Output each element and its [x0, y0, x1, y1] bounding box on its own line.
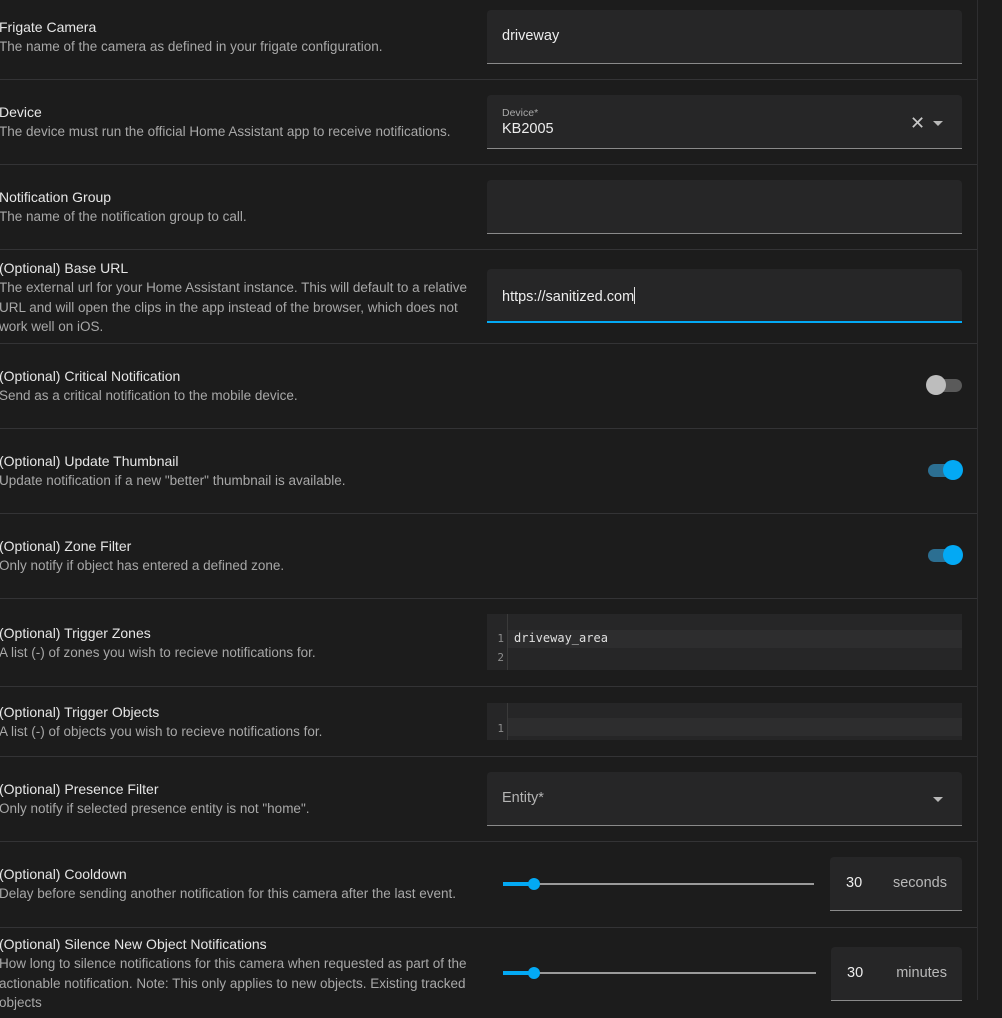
- critical-notification-toggle[interactable]: [926, 375, 962, 395]
- notification-group-row: Notification Group The name of the notif…: [0, 165, 977, 250]
- silence-value: 30: [847, 965, 864, 981]
- panel-border: [977, 0, 978, 1000]
- trigger-zones-title: (Optional) Trigger Zones: [0, 625, 151, 641]
- presence-filter-title: (Optional) Presence Filter: [0, 781, 159, 797]
- base-url-title: (Optional) Base URL: [0, 260, 129, 276]
- presence-filter-desc: Only notify if selected presence entity …: [0, 801, 310, 816]
- trigger-objects-desc: A list (-) of objects you wish to reciev…: [0, 724, 323, 739]
- cooldown-value: 30: [846, 875, 863, 891]
- device-row: Device The device must run the official …: [0, 80, 977, 165]
- chevron-down-icon[interactable]: [933, 121, 943, 126]
- base-url-desc-3: work well on iOS.: [0, 319, 104, 334]
- toggle-knob: [943, 545, 963, 565]
- critical-notification-title: (Optional) Critical Notification: [0, 368, 181, 384]
- base-url-value: https://sanitized.com: [502, 289, 635, 305]
- active-line: [508, 718, 962, 736]
- slider-rail: [503, 883, 814, 885]
- frigate-camera-desc: The name of the camera as defined in you…: [0, 39, 383, 54]
- silence-row: (Optional) Silence New Object Notificati…: [0, 928, 977, 1018]
- device-desc: The device must run the official Home As…: [0, 124, 451, 139]
- frigate-camera-input[interactable]: driveway: [487, 10, 962, 64]
- trigger-zones-editor[interactable]: 1 2 driveway_area: [487, 614, 962, 670]
- frigate-camera-row: Frigate Camera The name of the camera as…: [0, 0, 977, 80]
- base-url-desc-2: URL and will open the clips in the app i…: [0, 299, 458, 315]
- base-url-desc-1: The external url for your Home Assistant…: [0, 280, 467, 295]
- silence-number-input[interactable]: 30 minutes: [831, 947, 962, 1001]
- cooldown-number-input[interactable]: 30 seconds: [830, 857, 962, 911]
- silence-title: (Optional) Silence New Object Notificati…: [0, 936, 267, 952]
- zone-filter-title: (Optional) Zone Filter: [0, 538, 132, 554]
- presence-entity-select[interactable]: Entity*: [487, 772, 962, 826]
- base-url-row: (Optional) Base URL The external url for…: [0, 250, 977, 344]
- presence-filter-row: (Optional) Presence Filter Only notify i…: [0, 757, 977, 842]
- zone-filter-desc: Only notify if object has entered a defi…: [0, 558, 285, 573]
- frigate-camera-value: driveway: [502, 28, 560, 44]
- cooldown-row: (Optional) Cooldown Delay before sending…: [0, 842, 977, 928]
- device-label: Device*: [502, 107, 539, 119]
- update-thumbnail-toggle[interactable]: [926, 460, 963, 480]
- cooldown-desc: Delay before sending another notificatio…: [0, 886, 457, 901]
- trigger-objects-editor[interactable]: 1: [487, 703, 962, 740]
- trigger-objects-title: (Optional) Trigger Objects: [0, 704, 160, 720]
- line-number: 2: [497, 651, 504, 664]
- silence-slider[interactable]: [503, 965, 816, 981]
- silence-unit: minutes: [896, 965, 947, 981]
- silence-desc-2: actionable notification. Note: This only…: [0, 975, 466, 991]
- device-value: KB2005: [502, 121, 554, 137]
- line-number: 1: [497, 632, 504, 645]
- update-thumbnail-desc: Update notification if a new "better" th…: [0, 473, 346, 488]
- slider-rail: [503, 972, 816, 974]
- slider-thumb[interactable]: [528, 878, 541, 890]
- silence-desc-3: objects: [0, 995, 42, 1010]
- code-line: driveway_area: [514, 631, 608, 645]
- notification-group-title: Notification Group: [0, 189, 112, 205]
- close-icon[interactable]: ✕: [910, 114, 925, 132]
- critical-notification-desc: Send as a critical notification to the m…: [0, 388, 298, 403]
- critical-notification-row: (Optional) Critical Notification Send as…: [0, 344, 977, 429]
- device-select[interactable]: Device* KB2005 ✕: [487, 95, 962, 149]
- toggle-knob: [926, 375, 946, 395]
- trigger-objects-row: (Optional) Trigger Objects A list (-) of…: [0, 687, 977, 757]
- notification-group-desc: The name of the notification group to ca…: [0, 209, 247, 224]
- toggle-knob: [943, 460, 963, 480]
- trigger-zones-desc: A list (-) of zones you wish to recieve …: [0, 645, 316, 660]
- zone-filter-row: (Optional) Zone Filter Only notify if ob…: [0, 514, 977, 599]
- notification-group-input[interactable]: [487, 180, 962, 234]
- slider-thumb[interactable]: [528, 967, 541, 979]
- text-caret: [634, 287, 636, 304]
- update-thumbnail-row: (Optional) Update Thumbnail Update notif…: [0, 429, 977, 514]
- cooldown-unit: seconds: [892, 875, 947, 891]
- chevron-down-icon[interactable]: [933, 797, 943, 802]
- trigger-zones-row: (Optional) Trigger Zones A list (-) of z…: [0, 599, 977, 687]
- silence-desc-1: How long to silence notifications for th…: [0, 956, 467, 971]
- cooldown-title: (Optional) Cooldown: [0, 866, 127, 882]
- update-thumbnail-title: (Optional) Update Thumbnail: [0, 453, 179, 469]
- frigate-camera-title: Frigate Camera: [0, 19, 97, 35]
- device-title: Device: [0, 104, 42, 120]
- presence-entity-placeholder: Entity*: [502, 790, 544, 806]
- zone-filter-toggle[interactable]: [926, 545, 963, 565]
- line-number: 1: [497, 722, 504, 735]
- cooldown-slider[interactable]: [503, 876, 814, 892]
- base-url-input[interactable]: https://sanitized.com: [487, 269, 962, 323]
